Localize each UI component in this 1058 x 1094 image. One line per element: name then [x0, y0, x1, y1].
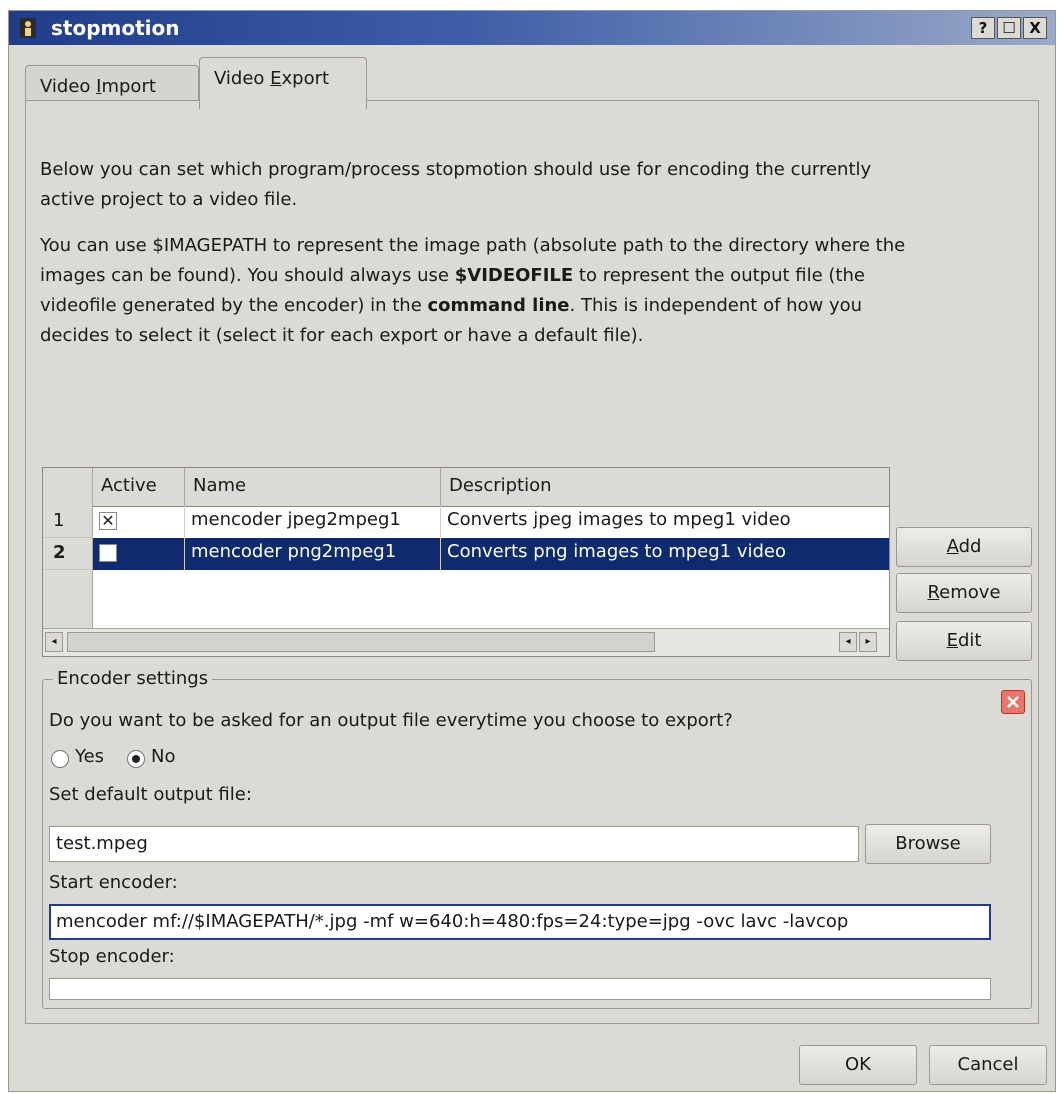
close-x-icon: [1007, 696, 1019, 708]
tab-label: mport: [101, 76, 156, 97]
button-label: dit: [957, 630, 982, 651]
column-header-active[interactable]: Active: [93, 468, 185, 506]
cancel-button[interactable]: Cancel: [929, 1045, 1047, 1085]
row-number: 2: [43, 538, 93, 570]
active-cell: [93, 538, 185, 570]
remove-button[interactable]: Remove: [896, 573, 1032, 613]
help-button[interactable]: ?: [971, 17, 995, 39]
tab-label: Video: [214, 68, 271, 89]
button-label: emove: [939, 582, 1001, 603]
stopmotion-app-icon: [20, 18, 36, 38]
table-row[interactable]: 2 mencoder png2mpeg1 Converts png images…: [43, 538, 889, 570]
column-header-name[interactable]: Name: [185, 468, 441, 506]
video-export-panel: Below you can set which program/process …: [25, 100, 1039, 1024]
description-cell: Converts png images to mpeg1 video: [441, 538, 889, 570]
intro-paragraph-2: You can use $IMAGEPATH to represent the …: [40, 231, 920, 351]
scroll-left-arrow-icon[interactable]: ◂: [839, 632, 857, 652]
add-button[interactable]: Add: [896, 527, 1032, 567]
tab-label-accel: E: [270, 68, 282, 89]
stop-encoder-label: Stop encoder:: [49, 946, 175, 967]
table-row[interactable]: 1 ✕ mencoder jpeg2mpeg1 Converts jpeg im…: [43, 506, 889, 538]
active-checkbox[interactable]: ✕: [99, 512, 117, 530]
name-cell: mencoder png2mpeg1: [185, 538, 441, 570]
scrollbar-thumb[interactable]: [67, 632, 655, 652]
maximize-button[interactable]: ☐: [997, 17, 1021, 39]
encoder-table: Active Name Description 1 ✕ mencoder jpe…: [42, 467, 890, 657]
intro-bold-command-line: command line: [427, 295, 570, 316]
table-header: Active Name Description: [43, 468, 889, 507]
yes-radio[interactable]: [51, 750, 69, 768]
intro-bold-videofile: $VIDEOFILE: [454, 265, 574, 286]
edit-button[interactable]: Edit: [896, 621, 1032, 661]
button-accel: A: [946, 536, 959, 557]
button-accel: E: [946, 630, 958, 651]
no-radio[interactable]: [127, 750, 145, 768]
name-cell: mencoder jpeg2mpeg1: [185, 506, 441, 538]
tab-label: Video: [40, 76, 97, 97]
start-encoder-field[interactable]: mencoder mf://$IMAGEPATH/*.jpg -mf w=640…: [49, 904, 991, 940]
active-cell: ✕: [93, 506, 185, 538]
default-output-label: Set default output file:: [49, 784, 252, 805]
window-title: stopmotion: [51, 16, 180, 40]
close-button[interactable]: X: [1023, 17, 1047, 39]
scroll-left-arrow-icon[interactable]: ◂: [45, 632, 63, 652]
ok-button[interactable]: OK: [799, 1045, 917, 1085]
start-encoder-label: Start encoder:: [49, 872, 178, 893]
encoder-settings-group: Encoder settings Do you want to be asked…: [42, 668, 1032, 1009]
horizontal-scrollbar[interactable]: ◂ ◂ ▸: [43, 628, 889, 656]
button-label: dd: [958, 536, 982, 557]
row-header-filler: [43, 570, 93, 628]
dialog-window: stopmotion ? ☐ X Video Import Video Expo…: [8, 10, 1056, 1092]
no-label[interactable]: No: [151, 746, 175, 767]
header-corner: [43, 468, 93, 506]
browse-button[interactable]: Browse: [865, 824, 991, 864]
row-number: 1: [43, 506, 93, 538]
yes-label[interactable]: Yes: [75, 746, 104, 767]
tab-video-export[interactable]: Video Export: [199, 57, 367, 109]
tab-label: xport: [281, 68, 330, 89]
title-bar: stopmotion ? ☐ X: [9, 11, 1055, 45]
column-header-description[interactable]: Description: [441, 468, 889, 506]
button-accel: R: [927, 582, 940, 603]
intro-paragraph-1: Below you can set which program/process …: [40, 159, 872, 210]
scroll-right-arrow-icon[interactable]: ▸: [859, 632, 877, 652]
active-checkbox[interactable]: [99, 544, 117, 562]
description-cell: Converts jpeg images to mpeg1 video: [441, 506, 889, 538]
group-title: Encoder settings: [53, 668, 213, 689]
close-icon[interactable]: [1001, 690, 1025, 714]
stop-encoder-field[interactable]: [49, 978, 991, 1000]
default-output-field[interactable]: test.mpeg: [49, 826, 859, 862]
ask-output-question: Do you want to be asked for an output fi…: [49, 710, 733, 731]
